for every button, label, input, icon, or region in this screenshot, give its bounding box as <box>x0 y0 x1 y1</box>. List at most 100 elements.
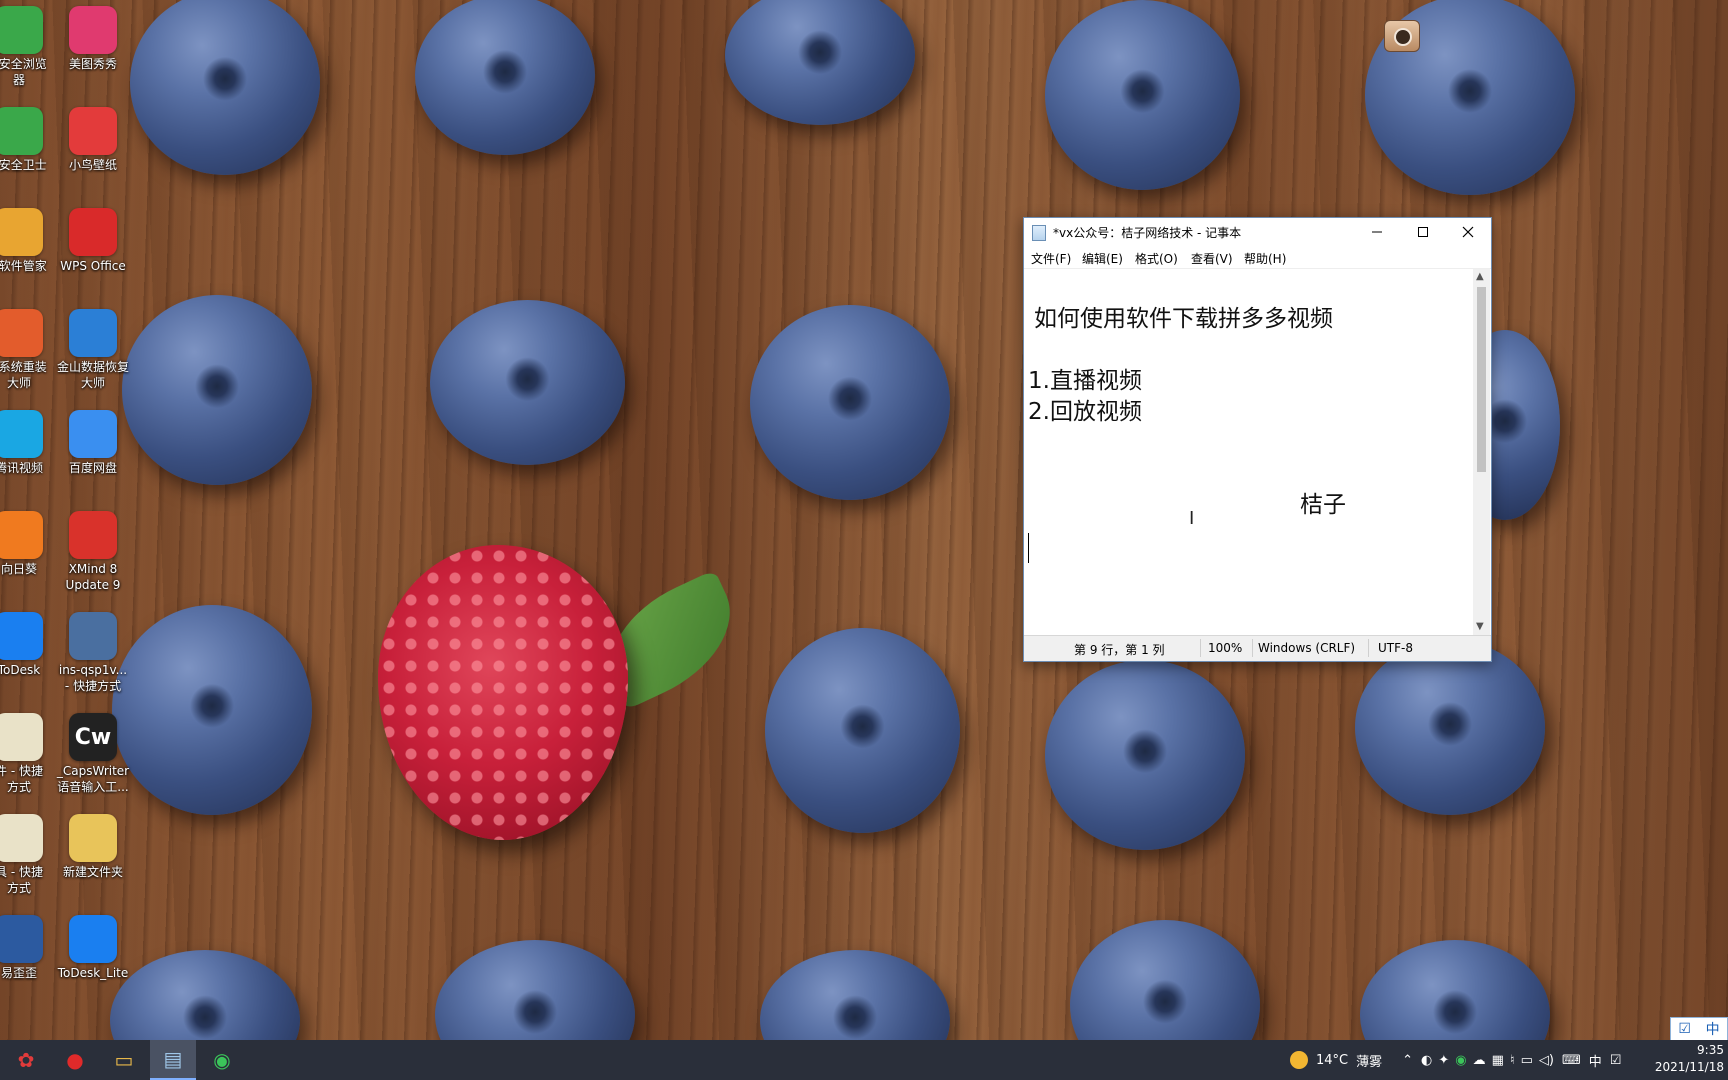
taskbar-button[interactable]: ● <box>52 1040 98 1080</box>
shortcut-icon <box>0 814 43 862</box>
software-manager-icon <box>0 208 43 256</box>
status-bar: 第 9 行，第 1 列 100% Windows (CRLF) UTF-8 <box>1024 635 1491 661</box>
text-line: 2.回放视频 <box>1028 399 1142 425</box>
desktop-icon[interactable]: ins-qsp1v... - 快捷方式 <box>48 612 138 694</box>
text-caret <box>1028 533 1029 563</box>
desktop: 0安全浏览 器0安全卫士0软件管家0系统重装 大师腾讯视频向日葵ToDesk件 … <box>0 0 1728 1080</box>
menu-view[interactable]: 查看(V) <box>1191 250 1233 267</box>
camera-icon[interactable] <box>1384 20 1420 52</box>
weather-icon[interactable] <box>1290 1051 1308 1069</box>
notepad-window[interactable]: *vx公众号：桔子网络技术 - 记事本 文件(F) 编辑(E) 格式(O) 查看… <box>1023 217 1492 662</box>
desktop-icon[interactable]: 小鸟壁纸 <box>48 107 138 173</box>
status-divider <box>1368 639 1369 657</box>
clock[interactable]: 9:35 2021/11/18 <box>1655 1042 1724 1076</box>
taskbar-button[interactable]: ✿ <box>3 1040 49 1080</box>
wallpaper-blueberry <box>725 0 915 125</box>
text-editor[interactable]: 如何使用软件下载拼多多视频 1.直播视频 2.回放视频 桔子 I <box>1024 269 1473 635</box>
maximize-icon <box>1418 227 1428 237</box>
qq-tray-icon[interactable]: ◐ <box>1421 1053 1432 1068</box>
title-bar[interactable]: *vx公众号：桔子网络技术 - 记事本 <box>1024 218 1491 246</box>
keyboard-icon[interactable]: ⌨ <box>1562 1053 1581 1068</box>
scroll-thumb[interactable] <box>1477 287 1486 472</box>
camera-lens-icon <box>1394 28 1412 46</box>
desktop-icon-label: ins-qsp1v... - 快捷方式 <box>58 663 128 693</box>
computer-shortcut-icon <box>69 612 117 660</box>
close-icon <box>1462 226 1474 238</box>
scroll-down-icon[interactable]: ▼ <box>1476 621 1484 632</box>
desktop-icon[interactable]: Cw _CapsWriter 语音输入工... <box>48 713 138 795</box>
display-tray-icon[interactable]: ▭ <box>1521 1053 1533 1068</box>
weather-temp[interactable]: 14°C <box>1316 1053 1348 1068</box>
tray-ime[interactable]: 中 <box>1589 1051 1602 1070</box>
desktop-icon-label: 新建文件夹 <box>62 865 123 879</box>
desktop-icon[interactable]: 百度网盘 <box>48 410 138 476</box>
status-line-ending: Windows (CRLF) <box>1258 641 1356 655</box>
sunflower-icon <box>0 511 43 559</box>
desktop-icon-label: 百度网盘 <box>68 461 117 475</box>
ime-toolbar[interactable]: ☑ 中 <box>1670 1017 1728 1041</box>
desktop-icon[interactable]: 新建文件夹 <box>48 814 138 880</box>
show-hidden-icons-icon[interactable]: ⌃ <box>1402 1053 1413 1068</box>
desktop-icon[interactable]: 美图秀秀 <box>48 6 138 72</box>
capswriter-icon: Cw <box>69 713 117 761</box>
menu-file[interactable]: 文件(F) <box>1031 250 1071 267</box>
wallpaper-blueberry <box>750 305 950 500</box>
todesk-icon <box>0 612 43 660</box>
microphone-icon[interactable]: ♮ <box>1510 1053 1515 1068</box>
desktop-icon-label: ToDesk_Lite <box>57 966 129 980</box>
menu-bar: 文件(F) 编辑(E) 格式(O) 查看(V) 帮助(H) <box>1024 246 1491 269</box>
menu-help[interactable]: 帮助(H) <box>1244 250 1286 267</box>
menu-edit[interactable]: 编辑(E) <box>1082 250 1123 267</box>
minimize-button[interactable] <box>1354 218 1400 246</box>
app-tray-icon[interactable]: ✦ <box>1438 1053 1449 1068</box>
desktop-icon-label: _CapsWriter 语音输入工... <box>56 764 130 794</box>
wallpaper-blueberry <box>1355 640 1545 815</box>
taskbar-button[interactable]: ▤ <box>150 1040 196 1080</box>
wallpaper-blueberry <box>430 300 625 465</box>
notepad-app-icon <box>1032 225 1046 241</box>
security-guard-icon <box>0 107 43 155</box>
bird-wallpaper-icon <box>69 107 117 155</box>
desktop-icon-label: 小鸟壁纸 <box>68 158 117 172</box>
menu-format[interactable]: 格式(O) <box>1135 250 1178 267</box>
close-button[interactable] <box>1445 218 1491 246</box>
text-line: 1.直播视频 <box>1028 368 1142 394</box>
weather-desc[interactable]: 薄雾 <box>1356 1051 1382 1070</box>
scroll-up-icon[interactable]: ▲ <box>1476 271 1484 282</box>
clock-date: 2021/11/18 <box>1654 1060 1724 1074</box>
data-recovery-icon <box>69 309 117 357</box>
taskbar-button[interactable]: ◉ <box>199 1040 245 1080</box>
meitu-icon <box>69 6 117 54</box>
status-divider <box>1252 639 1253 657</box>
ime-mode[interactable]: 中 <box>1706 1019 1720 1039</box>
taskbar-button[interactable]: ▭ <box>101 1040 147 1080</box>
desktop-icon-label: WPS Office <box>60 259 126 273</box>
status-zoom: 100% <box>1208 641 1243 655</box>
desktop-icon[interactable]: ToDesk_Lite <box>48 915 138 981</box>
wps-icon <box>69 208 117 256</box>
ime-toggle-icon[interactable]: ☑ <box>1610 1053 1622 1068</box>
window-title: *vx公众号：桔子网络技术 - 记事本 <box>1053 226 1242 240</box>
status-position: 第 9 行，第 1 列 <box>1074 643 1165 657</box>
system-reinstall-icon <box>0 309 43 357</box>
desktop-icon[interactable]: 金山数据恢复 大师 <box>48 309 138 391</box>
maximize-button[interactable] <box>1400 218 1446 246</box>
desktop-icon[interactable]: XMind 8 Update 9 <box>48 511 138 593</box>
ime-check-icon[interactable]: ☑ <box>1678 1021 1691 1037</box>
volume-icon[interactable]: ◁) <box>1539 1053 1554 1068</box>
network-tray-icon[interactable]: ▦ <box>1492 1053 1504 1068</box>
desktop-icon[interactable]: WPS Office <box>48 208 138 274</box>
tencent-video-icon <box>0 410 43 458</box>
wallpaper-blueberry <box>415 0 595 155</box>
wallpaper-blueberry <box>1045 0 1240 190</box>
cloud-tray-icon[interactable]: ☁ <box>1473 1053 1486 1068</box>
wallpaper-blueberry <box>1045 660 1245 850</box>
file-explorer-icon: ▭ <box>114 1048 134 1072</box>
wechat-tray-icon[interactable]: ◉ <box>1455 1053 1466 1068</box>
vertical-scrollbar[interactable]: ▲ ▼ <box>1473 269 1490 635</box>
todesk-lite-icon <box>69 915 117 963</box>
browser-icon <box>0 6 43 54</box>
folder-icon <box>69 814 117 862</box>
wallpaper-blueberry <box>122 295 312 485</box>
status-divider <box>1200 639 1201 657</box>
